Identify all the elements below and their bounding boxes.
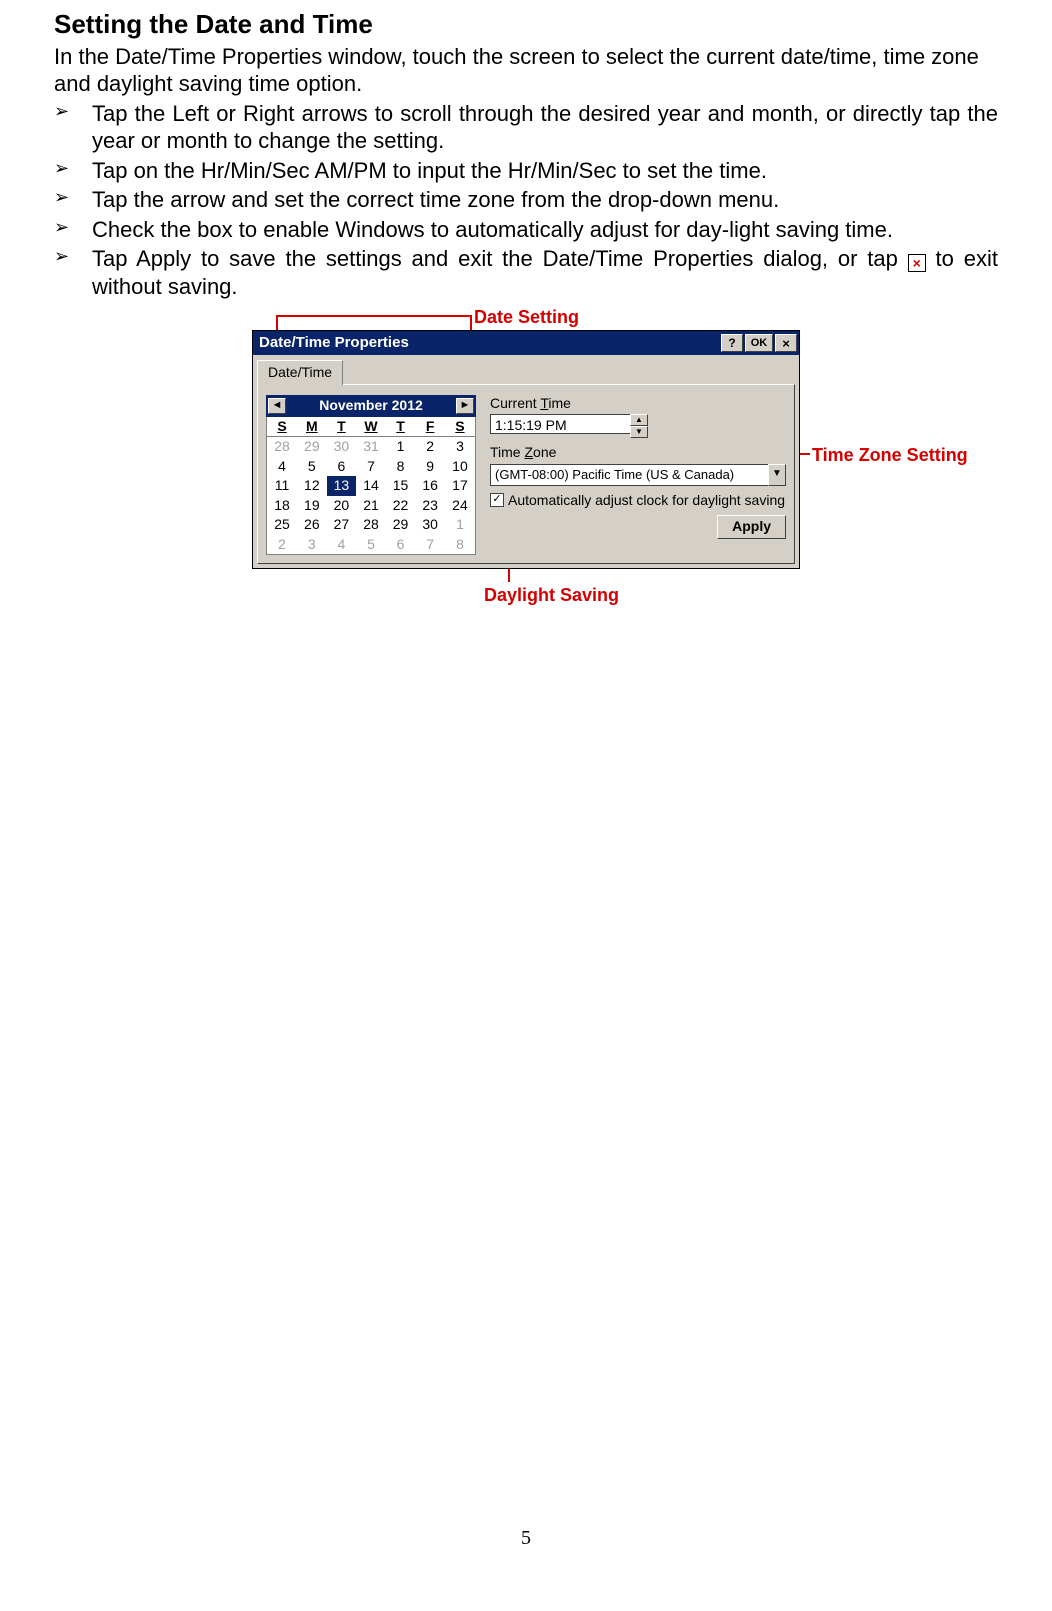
calendar-day[interactable]: 30 bbox=[415, 515, 445, 535]
weekday-header: M bbox=[297, 417, 327, 437]
calendar-day[interactable]: 13 bbox=[327, 476, 357, 496]
timezone-value[interactable]: (GMT-08:00) Pacific Time (US & Canada) bbox=[490, 464, 768, 486]
calendar-day[interactable]: 25 bbox=[267, 515, 298, 535]
calendar-day[interactable]: 14 bbox=[356, 476, 386, 496]
next-month-button[interactable]: ► bbox=[456, 398, 474, 414]
close-button[interactable]: × bbox=[775, 334, 797, 352]
calendar-day[interactable]: 28 bbox=[356, 515, 386, 535]
calendar-day[interactable]: 5 bbox=[297, 457, 327, 477]
current-time-label: Current Time bbox=[490, 395, 786, 413]
instruction-item: ➢Tap Apply to save the settings and exit… bbox=[54, 245, 998, 300]
calendar-day[interactable]: 17 bbox=[445, 476, 476, 496]
bullet-marker-icon: ➢ bbox=[54, 157, 69, 180]
calendar-day[interactable]: 10 bbox=[445, 457, 476, 477]
calendar-day[interactable]: 1 bbox=[445, 515, 476, 535]
calendar-day[interactable]: 20 bbox=[327, 496, 357, 516]
calendar-day[interactable]: 1 bbox=[386, 437, 416, 457]
calendar-day[interactable]: 24 bbox=[445, 496, 476, 516]
calendar-day[interactable]: 30 bbox=[327, 437, 357, 457]
calendar-day[interactable]: 9 bbox=[415, 457, 445, 477]
calendar-day[interactable]: 6 bbox=[327, 457, 357, 477]
weekday-header: F bbox=[415, 417, 445, 437]
time-up-icon[interactable]: ▲ bbox=[630, 414, 648, 426]
bullet-marker-icon: ➢ bbox=[54, 100, 69, 123]
calendar-day[interactable]: 2 bbox=[415, 437, 445, 457]
dst-checkbox[interactable]: ✓ bbox=[490, 493, 504, 507]
calendar-day[interactable]: 19 bbox=[297, 496, 327, 516]
intro-text: In the Date/Time Properties window, touc… bbox=[54, 43, 998, 98]
time-spinner[interactable]: 1:15:19 PM ▲ ▼ bbox=[490, 414, 648, 438]
calendar-day[interactable]: 3 bbox=[297, 535, 327, 555]
calendar-day[interactable]: 27 bbox=[327, 515, 357, 535]
prev-month-button[interactable]: ◄ bbox=[268, 398, 286, 414]
calendar-day[interactable]: 15 bbox=[386, 476, 416, 496]
bullet-marker-icon: ➢ bbox=[54, 245, 69, 268]
calendar-day[interactable]: 3 bbox=[445, 437, 476, 457]
calendar-day[interactable]: 23 bbox=[415, 496, 445, 516]
time-value[interactable]: 1:15:19 PM bbox=[490, 414, 630, 434]
instruction-item: ➢Tap the Left or Right arrows to scroll … bbox=[54, 100, 998, 155]
dst-label: Automatically adjust clock for daylight … bbox=[508, 492, 785, 510]
bullet-marker-icon: ➢ bbox=[54, 186, 69, 209]
calendar-day[interactable]: 8 bbox=[445, 535, 476, 555]
calendar-day[interactable]: 28 bbox=[267, 437, 298, 457]
callout-date: Date Setting bbox=[474, 306, 579, 329]
calendar-day[interactable]: 7 bbox=[415, 535, 445, 555]
bullet-marker-icon: ➢ bbox=[54, 216, 69, 239]
datetime-dialog: Date/Time Properties ? OK × Date/Time ◄ … bbox=[252, 330, 800, 569]
calendar-day[interactable]: 7 bbox=[356, 457, 386, 477]
calendar-day[interactable]: 8 bbox=[386, 457, 416, 477]
calendar-day[interactable]: 4 bbox=[327, 535, 357, 555]
calendar-day[interactable]: 22 bbox=[386, 496, 416, 516]
calendar-day[interactable]: 5 bbox=[356, 535, 386, 555]
calendar-day[interactable]: 6 bbox=[386, 535, 416, 555]
calendar-grid[interactable]: SMTWTFS 28293031123456789101112131415161… bbox=[266, 417, 476, 556]
dialog-title: Date/Time Properties bbox=[259, 334, 719, 353]
annotated-screenshot: Date Setting Time Setting Time Zone Sett… bbox=[54, 306, 998, 626]
calendar-day[interactable]: 16 bbox=[415, 476, 445, 496]
timezone-combo[interactable]: (GMT-08:00) Pacific Time (US & Canada) ▼ bbox=[490, 464, 786, 486]
month-label[interactable]: November 2012 bbox=[319, 397, 423, 415]
weekday-header: T bbox=[327, 417, 357, 437]
calendar-day[interactable]: 29 bbox=[297, 437, 327, 457]
calendar-day[interactable]: 2 bbox=[267, 535, 298, 555]
month-bar: ◄ November 2012 ► bbox=[266, 395, 476, 417]
titlebar: Date/Time Properties ? OK × bbox=[253, 331, 799, 355]
close-icon: × bbox=[908, 254, 926, 272]
settings-panel: Current Time 1:15:19 PM ▲ ▼ Time Zone bbox=[490, 395, 786, 556]
timezone-label: Time Zone bbox=[490, 444, 786, 462]
time-down-icon[interactable]: ▼ bbox=[630, 426, 648, 438]
calendar-day[interactable]: 26 bbox=[297, 515, 327, 535]
tab-strip: Date/Time bbox=[253, 355, 799, 384]
callout-zone: Time Zone Setting bbox=[812, 444, 968, 467]
calendar-day[interactable]: 4 bbox=[267, 457, 298, 477]
ok-button[interactable]: OK bbox=[745, 334, 773, 352]
calendar-day[interactable]: 21 bbox=[356, 496, 386, 516]
section-heading: Setting the Date and Time bbox=[54, 8, 998, 41]
weekday-header: S bbox=[445, 417, 476, 437]
calendar-day[interactable]: 12 bbox=[297, 476, 327, 496]
apply-button[interactable]: Apply bbox=[717, 515, 786, 539]
calendar-day[interactable]: 11 bbox=[267, 476, 298, 496]
instruction-item: ➢Check the box to enable Windows to auto… bbox=[54, 216, 998, 244]
calendar-day[interactable]: 31 bbox=[356, 437, 386, 457]
page-number: 5 bbox=[54, 1526, 998, 1551]
tab-datetime[interactable]: Date/Time bbox=[257, 360, 343, 385]
calendar-day[interactable]: 29 bbox=[386, 515, 416, 535]
instruction-item: ➢Tap the arrow and set the correct time … bbox=[54, 186, 998, 214]
callout-dst: Daylight Saving bbox=[484, 584, 619, 607]
instruction-item: ➢Tap on the Hr/Min/Sec AM/PM to input th… bbox=[54, 157, 998, 185]
weekday-header: W bbox=[356, 417, 386, 437]
tab-content: ◄ November 2012 ► SMTWTFS 28293031123456… bbox=[257, 384, 795, 565]
instruction-list: ➢Tap the Left or Right arrows to scroll … bbox=[54, 100, 998, 301]
weekday-header: T bbox=[386, 417, 416, 437]
calendar-day[interactable]: 18 bbox=[267, 496, 298, 516]
dropdown-icon[interactable]: ▼ bbox=[768, 464, 786, 486]
weekday-header: S bbox=[267, 417, 298, 437]
help-button[interactable]: ? bbox=[721, 334, 743, 352]
calendar-panel: ◄ November 2012 ► SMTWTFS 28293031123456… bbox=[266, 395, 476, 556]
